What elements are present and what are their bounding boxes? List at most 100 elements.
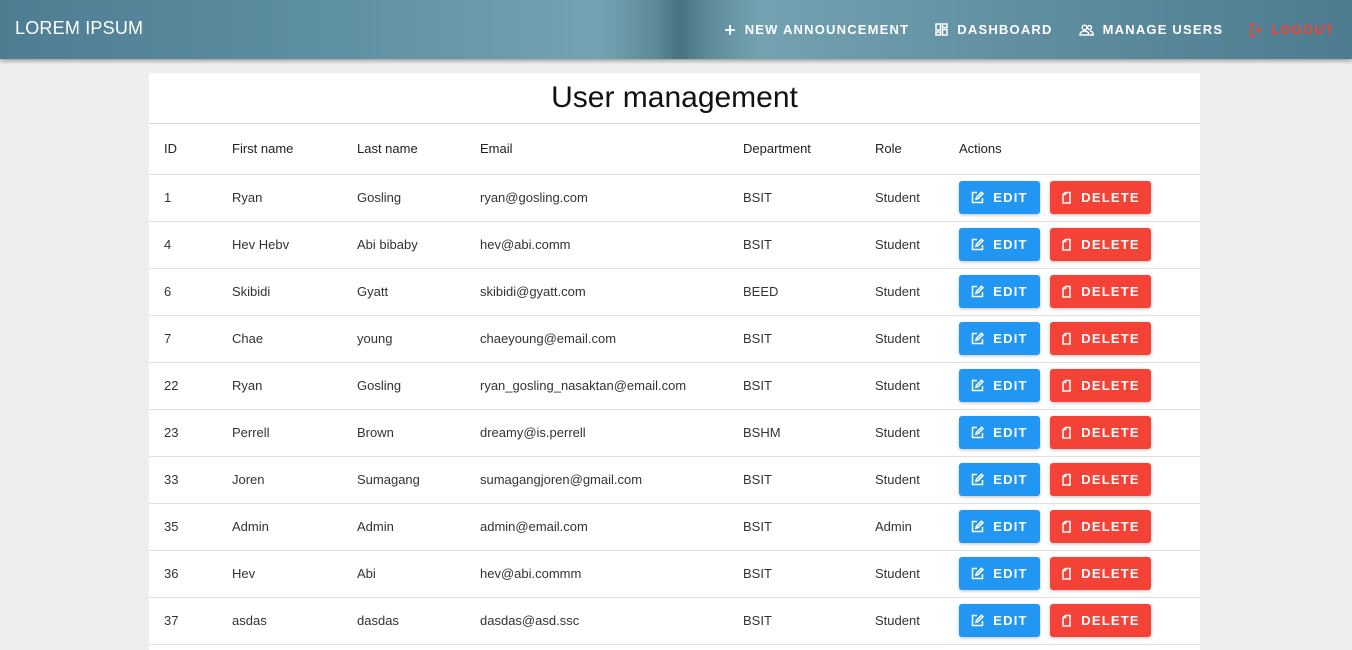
column-header-department: Department — [743, 124, 875, 175]
cell-role: Student — [875, 221, 959, 269]
cell-email: dreamy@is.perrell — [480, 409, 743, 457]
cell-id: 33 — [149, 456, 232, 504]
delete-button[interactable]: DELETE — [1050, 275, 1151, 308]
cell-department: BSIT — [743, 315, 875, 363]
cell-last-name: Abi bibaby — [357, 221, 480, 269]
cell-department: BSIT — [743, 362, 875, 410]
delete-button[interactable]: DELETE — [1050, 416, 1151, 449]
delete-button[interactable]: DELETE — [1050, 463, 1151, 496]
cell-last-name: Gosling — [357, 362, 480, 410]
edit-button[interactable]: EDIT — [959, 275, 1040, 308]
table-header-row: ID First name Last name Email Department… — [149, 124, 1200, 175]
column-header-id: ID — [149, 124, 232, 175]
cell-actions: EDIT DELETE — [959, 268, 1200, 316]
delete-button[interactable]: DELETE — [1050, 369, 1151, 402]
cell-department: BSIT — [743, 456, 875, 504]
new-announcement-label: NEW ANNOUNCEMENT — [744, 22, 910, 37]
delete-icon — [1062, 379, 1071, 392]
delete-button-label: DELETE — [1081, 378, 1140, 393]
cell-email: admin@email.com — [480, 503, 743, 551]
cell-first-name: Joren — [232, 456, 357, 504]
cell-email: hev@abi.commm — [480, 550, 743, 598]
delete-button-label: DELETE — [1081, 519, 1140, 534]
cell-actions: EDIT DELETE — [959, 174, 1200, 222]
edit-button-label: EDIT — [993, 566, 1028, 581]
manage-users-button[interactable]: MANAGE USERS — [1066, 0, 1237, 59]
delete-icon — [1062, 191, 1071, 204]
delete-button[interactable]: DELETE — [1050, 604, 1151, 637]
edit-button[interactable]: EDIT — [959, 181, 1040, 214]
cell-role: Student — [875, 362, 959, 410]
column-header-email: Email — [480, 124, 743, 175]
dashboard-label: DASHBOARD — [957, 22, 1053, 37]
delete-button[interactable]: DELETE — [1050, 322, 1151, 355]
edit-button[interactable]: EDIT — [959, 463, 1040, 496]
cell-id: 22 — [149, 362, 232, 410]
cell-id: 23 — [149, 409, 232, 457]
cell-role: Student — [875, 268, 959, 316]
cell-email: skibidi@gyatt.com — [480, 268, 743, 316]
cell-first-name: Skibidi — [232, 268, 357, 316]
cell-first-name: Hev Hebv — [232, 221, 357, 269]
cell-email: ryan@gosling.com — [480, 174, 743, 222]
table-row: 6 Skibidi Gyatt skibidi@gyatt.com BEED S… — [149, 268, 1200, 316]
cell-email: dasdas@asd.ssc — [480, 597, 743, 645]
edit-button[interactable]: EDIT — [959, 557, 1040, 590]
table-row: 23 Perrell Brown dreamy@is.perrell BSHM … — [149, 409, 1200, 457]
logout-button[interactable]: LOGOUT — [1236, 0, 1352, 59]
dashboard-button[interactable]: DASHBOARD — [922, 0, 1065, 59]
page-title: User management — [149, 73, 1200, 124]
top-nav: NEW ANNOUNCEMENT DASHBOARD MANAGE USERS … — [711, 0, 1352, 59]
table-row: 22 Ryan Gosling ryan_gosling_nasaktan@em… — [149, 362, 1200, 410]
cell-last-name: Sumagang — [357, 456, 480, 504]
cell-actions: EDIT DELETE — [959, 409, 1200, 457]
delete-icon — [1062, 520, 1071, 533]
delete-button[interactable]: DELETE — [1050, 510, 1151, 543]
delete-button-label: DELETE — [1081, 613, 1140, 628]
cell-department: BSIT — [743, 221, 875, 269]
delete-button[interactable]: DELETE — [1050, 557, 1151, 590]
cell-actions: EDIT DELETE — [959, 315, 1200, 363]
edit-icon — [972, 520, 985, 533]
cell-last-name: young — [357, 315, 480, 363]
edit-button[interactable]: EDIT — [959, 369, 1040, 402]
cell-department: BSIT — [743, 597, 875, 645]
delete-button[interactable]: DELETE — [1050, 228, 1151, 261]
edit-button[interactable]: EDIT — [959, 604, 1040, 637]
cell-department: BSIT — [743, 550, 875, 598]
cell-actions: EDIT DELETE — [959, 456, 1200, 504]
edit-button[interactable]: EDIT — [959, 322, 1040, 355]
delete-icon — [1062, 567, 1071, 580]
edit-icon — [972, 379, 985, 392]
delete-button[interactable]: DELETE — [1050, 181, 1151, 214]
cell-department: BSHM — [743, 409, 875, 457]
delete-icon — [1062, 426, 1071, 439]
edit-icon — [972, 426, 985, 439]
edit-icon — [972, 473, 985, 486]
edit-button[interactable]: EDIT — [959, 510, 1040, 543]
delete-button-label: DELETE — [1081, 284, 1140, 299]
edit-button-label: EDIT — [993, 237, 1028, 252]
dashboard-icon — [935, 23, 949, 36]
delete-icon — [1062, 238, 1071, 251]
edit-button-label: EDIT — [993, 378, 1028, 393]
cell-email: chaeyoung@email.com — [480, 315, 743, 363]
cell-actions: EDIT DELETE — [959, 550, 1200, 598]
cell-last-name: dasdas — [357, 597, 480, 645]
delete-button-label: DELETE — [1081, 190, 1140, 205]
app-bar: LOREM IPSUM NEW ANNOUNCEMENT DASHBOARD M… — [0, 0, 1352, 59]
cell-last-name: Brown — [357, 409, 480, 457]
column-header-actions: Actions — [959, 124, 1200, 175]
table-row: 1 Ryan Gosling ryan@gosling.com BSIT Stu… — [149, 174, 1200, 222]
table-row: 37 asdas dasdas dasdas@asd.ssc BSIT Stud… — [149, 597, 1200, 645]
cell-id: 6 — [149, 268, 232, 316]
cell-id: 36 — [149, 550, 232, 598]
brand-title[interactable]: LOREM IPSUM — [15, 18, 143, 39]
new-announcement-button[interactable]: NEW ANNOUNCEMENT — [711, 0, 923, 59]
cell-email: hev@abi.comm — [480, 221, 743, 269]
users-icon — [1078, 24, 1094, 36]
cell-first-name: Chae — [232, 315, 357, 363]
edit-button[interactable]: EDIT — [959, 228, 1040, 261]
logout-label: LOGOUT — [1271, 22, 1334, 37]
edit-button[interactable]: EDIT — [959, 416, 1040, 449]
